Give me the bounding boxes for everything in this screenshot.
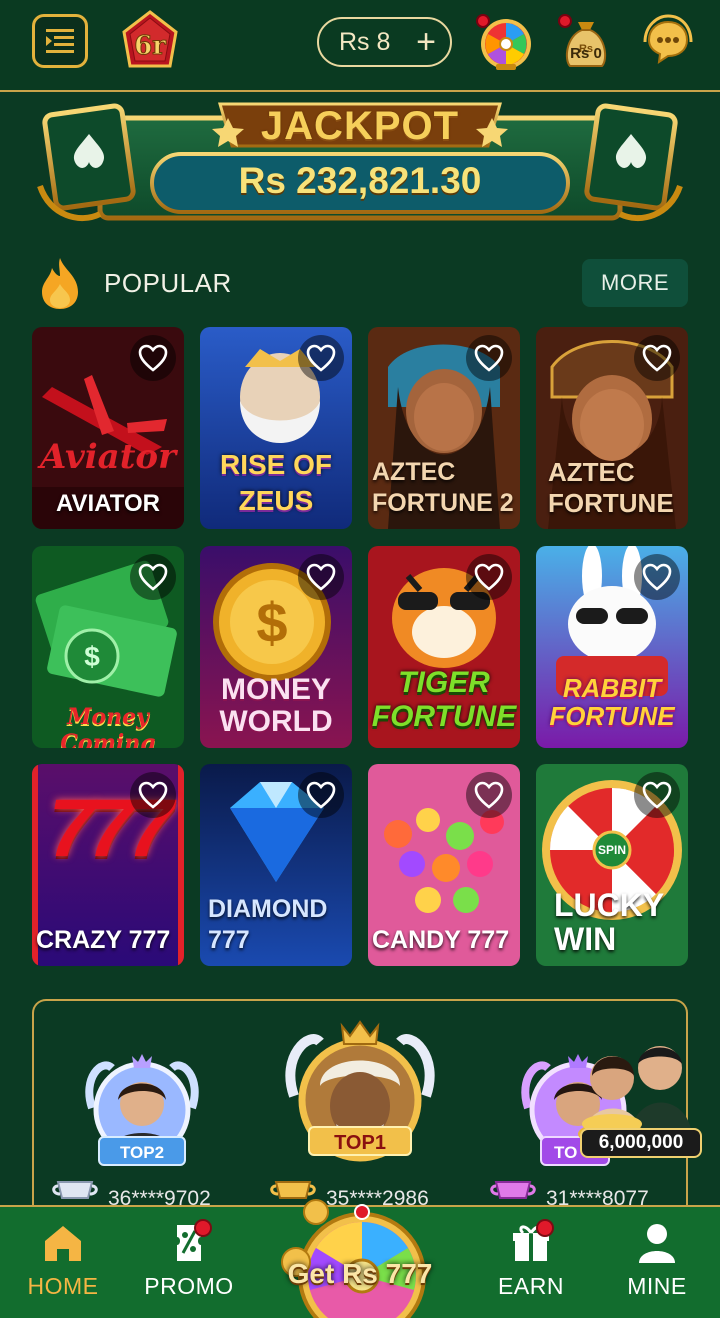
favorite-button[interactable] [634,772,680,818]
heart-icon [306,344,336,372]
game-tile[interactable]: SPIN LUCKY WIN [536,764,688,966]
favorite-button[interactable] [298,554,344,600]
balance-pill[interactable]: Rs 8 + [317,17,452,67]
heart-icon [306,781,336,809]
favorite-button[interactable] [634,335,680,381]
game-art-text: Money Coming [60,704,156,748]
nav-home-label: HOME [27,1273,99,1299]
game-name: AZTEC FORTUNE 2 [372,458,514,517]
nav-mine[interactable]: MINE [602,1221,712,1311]
promo-badge [194,1219,212,1237]
game-name: DIAMOND 777 [208,895,328,954]
game-tile[interactable]: $ MONEY WORLD [200,546,352,748]
menu-icon [46,29,74,53]
game-tile[interactable]: AZTEC FORTUNE 2 [368,327,520,529]
deposit-plus-icon[interactable]: + [416,25,436,59]
earn-badge [536,1219,554,1237]
brand-logo[interactable]: 6r [118,10,182,74]
game-tile[interactable]: 777 CRAZY 777 [32,764,184,966]
trophy-icon [52,1181,98,1199]
heart-icon [474,563,504,591]
popular-title: POPULAR [104,268,232,298]
game-tile[interactable]: DIAMOND 777 [200,764,352,966]
nav-earn-label: EARN [498,1273,564,1299]
game-art-text: SPIN [597,843,626,857]
app: 6r Rs 8 + Rs Rs 0 JACKPOT Rs 232,821.30 … [0,0,720,1318]
game-name: AVIATOR [55,490,160,517]
bag-amount: Rs 0 [570,45,602,62]
game-tile[interactable]: RISE OF ZEUS [200,327,352,529]
promo-amount: 6,000,000 [580,1128,702,1158]
game-name: CANDY 777 [372,926,510,954]
heart-icon [474,344,504,372]
nav-mine-label: MINE [627,1273,687,1299]
heart-icon [138,344,168,372]
heart-icon [474,781,504,809]
fire-icon [42,258,78,309]
favorite-button[interactable] [298,335,344,381]
game-art-text: TIGER FORTUNE [371,666,517,733]
favorite-button[interactable] [130,335,176,381]
top-bar: 6r Rs 8 + Rs Rs 0 [0,0,720,92]
favorite-button[interactable] [130,772,176,818]
favorite-button[interactable] [130,554,176,600]
get-bonus-label[interactable]: Get Rs 777 [270,1258,450,1290]
favorite-button[interactable] [466,554,512,600]
nav-promo-label: PROMO [144,1273,234,1299]
game-name: LUCKY WIN [554,887,665,957]
bag-badge [558,14,572,28]
jackpot-amount: Rs 232,821.30 [238,160,482,201]
svg-text:$: $ [84,641,100,672]
home-icon [45,1226,81,1261]
heart-icon [642,563,672,591]
heart-icon [642,344,672,372]
balance-amount: Rs 8 [339,27,391,56]
game-tile[interactable]: Aviator AVIATOR [32,327,184,529]
wheel-badge [476,14,490,28]
favorite-button[interactable] [466,335,512,381]
game-tile[interactable]: AZTEC FORTUNE [536,327,688,529]
game-tile[interactable]: $ Money Coming [32,546,184,748]
user-icon [639,1224,675,1263]
heart-icon [138,563,168,591]
support-chat-icon[interactable] [637,12,697,72]
game-tile[interactable]: TIGER FORTUNE [368,546,520,748]
game-art-text: Aviator [40,437,176,477]
nav-promo[interactable]: PROMO [134,1221,244,1311]
jackpot-title: JACKPOT [260,104,460,148]
nav-home[interactable]: HOME [8,1221,118,1311]
menu-button[interactable] [32,14,88,68]
heart-icon [642,781,672,809]
nav-earn[interactable]: EARN [476,1221,586,1311]
favorite-button[interactable] [298,772,344,818]
favorite-button[interactable] [466,772,512,818]
svg-text:6r: 6r [134,31,166,61]
favorite-button[interactable] [634,554,680,600]
game-name: MONEY WORLD [219,673,333,738]
game-name: AZTEC FORTUNE [548,457,674,518]
game-art-text: RABBIT FORTUNE [549,673,675,731]
game-tile[interactable]: RABBIT FORTUNE [536,546,688,748]
game-tile[interactable]: CANDY 777 [368,764,520,966]
game-name: CRAZY 777 [36,926,171,954]
more-button[interactable]: MORE [582,259,688,307]
rank-badge: TOP2 [98,1136,186,1166]
heart-icon [138,781,168,809]
rank-badge: TOP1 [308,1126,412,1156]
svg-text:$: $ [256,591,287,654]
game-name: RISE OF ZEUS [219,449,332,516]
heart-icon [306,563,336,591]
trophy-icon [490,1181,536,1199]
